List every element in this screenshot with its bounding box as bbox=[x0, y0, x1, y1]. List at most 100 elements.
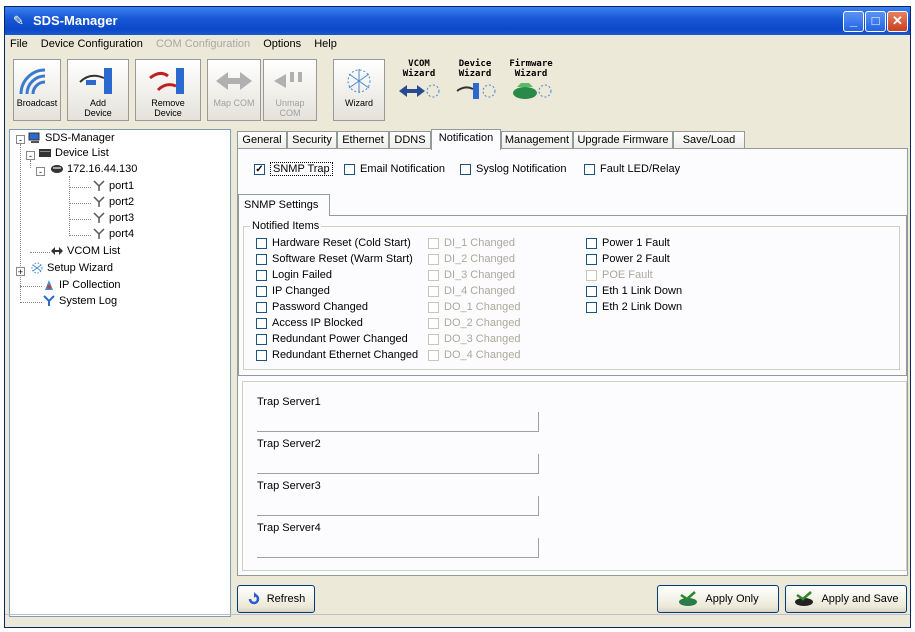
tab-upgrade-firmware[interactable]: Upgrade Firmware bbox=[573, 131, 673, 149]
poe-fault-checkbox[interactable]: POE Fault bbox=[586, 269, 653, 281]
checkbox-box[interactable] bbox=[584, 163, 595, 175]
tree-item-system-log[interactable]: System Log bbox=[42, 295, 117, 307]
do1-changed-checkbox[interactable]: DO_1 Changed bbox=[428, 301, 520, 313]
power2-fault-checkbox[interactable]: Power 2 Fault bbox=[586, 253, 670, 265]
vcom-wizard-button[interactable]: VCOM Wizard bbox=[393, 59, 445, 117]
tree-collapse-device-list[interactable]: - bbox=[26, 151, 35, 161]
syslog-notification-checkbox[interactable]: Syslog Notification bbox=[460, 163, 567, 175]
device-wizard-button[interactable]: Device Wizard bbox=[449, 59, 501, 117]
checkbox-box[interactable] bbox=[428, 285, 439, 297]
checkbox-box[interactable] bbox=[586, 237, 597, 249]
title-bar[interactable]: ✎ SDS-Manager _ □ ✕ bbox=[5, 7, 910, 35]
add-device-button[interactable]: Add Device bbox=[67, 59, 129, 121]
do3-changed-checkbox[interactable]: DO_3 Changed bbox=[428, 333, 520, 345]
hardware-reset-checkbox[interactable]: Hardware Reset (Cold Start) bbox=[256, 237, 411, 249]
trap-server2-input[interactable] bbox=[257, 454, 539, 474]
software-reset-checkbox[interactable]: Software Reset (Warm Start) bbox=[256, 253, 413, 265]
tab-ethernet[interactable]: Ethernet bbox=[337, 131, 389, 149]
tree-item-device[interactable]: 172.16.44.130 bbox=[50, 163, 137, 175]
menu-file[interactable]: File bbox=[5, 35, 33, 53]
checkbox-box[interactable] bbox=[256, 253, 267, 265]
tree-item-device-list[interactable]: Device List bbox=[38, 147, 109, 159]
password-changed-checkbox[interactable]: Password Changed bbox=[256, 301, 368, 313]
checkbox-box[interactable] bbox=[586, 269, 597, 281]
redundant-power-changed-checkbox[interactable]: Redundant Power Changed bbox=[256, 333, 408, 345]
trap-server1-input[interactable] bbox=[257, 412, 539, 432]
tree-item-root[interactable]: SDS-Manager bbox=[28, 132, 115, 144]
tree-item-ip-collection[interactable]: IP Collection bbox=[42, 279, 121, 291]
menu-com-configuration[interactable]: COM Configuration bbox=[151, 35, 255, 53]
checkbox-box[interactable] bbox=[428, 349, 439, 361]
checkbox-box[interactable] bbox=[256, 301, 267, 313]
tree-port-label: port4 bbox=[109, 228, 135, 240]
checkbox-box[interactable] bbox=[428, 301, 439, 313]
trap-server3-input[interactable] bbox=[257, 496, 539, 516]
checkbox-box[interactable] bbox=[586, 285, 597, 297]
checkbox-box[interactable] bbox=[428, 333, 439, 345]
refresh-button[interactable]: Refresh bbox=[237, 585, 315, 613]
tab-general[interactable]: General bbox=[237, 131, 287, 149]
unmap-com-button[interactable]: Unmap COM bbox=[263, 59, 317, 121]
maximize-button[interactable]: □ bbox=[865, 11, 886, 32]
tree-item-port3[interactable]: port3 bbox=[92, 212, 134, 224]
menu-options[interactable]: Options bbox=[258, 35, 306, 53]
snmp-trap-checkbox[interactable]: ✓ SNMP Trap bbox=[254, 162, 333, 176]
login-failed-checkbox[interactable]: Login Failed bbox=[256, 269, 332, 281]
tab-notification[interactable]: Notification bbox=[431, 129, 501, 150]
tree-item-port2[interactable]: port2 bbox=[92, 196, 134, 208]
tree-item-port1[interactable]: port1 bbox=[92, 180, 134, 192]
checkbox-box[interactable] bbox=[428, 253, 439, 265]
di2-changed-checkbox[interactable]: DI_2 Changed bbox=[428, 253, 515, 265]
checkbox-box[interactable] bbox=[586, 301, 597, 313]
firmware-wizard-button[interactable]: Firmware Wizard bbox=[505, 59, 557, 117]
access-ip-blocked-checkbox[interactable]: Access IP Blocked bbox=[256, 317, 363, 329]
menu-device-configuration[interactable]: Device Configuration bbox=[36, 35, 148, 53]
eth2-link-down-checkbox[interactable]: Eth 2 Link Down bbox=[586, 301, 682, 313]
checkbox-box[interactable] bbox=[256, 317, 267, 329]
remove-device-button[interactable]: Remove Device bbox=[135, 59, 201, 121]
tab-ddns[interactable]: DDNS bbox=[389, 131, 431, 149]
do4-changed-checkbox[interactable]: DO_4 Changed bbox=[428, 349, 520, 361]
tab-security[interactable]: Security bbox=[287, 131, 337, 149]
tree-item-port4[interactable]: port4 bbox=[92, 228, 134, 240]
checkbox-box[interactable] bbox=[460, 163, 471, 175]
checkbox-box[interactable] bbox=[428, 237, 439, 249]
wizard-button[interactable]: Wizard bbox=[333, 59, 385, 121]
close-button[interactable]: ✕ bbox=[887, 11, 908, 32]
tab-snmp-settings[interactable]: SNMP Settings bbox=[238, 194, 330, 216]
tab-management[interactable]: Management bbox=[501, 131, 573, 149]
checkbox-box[interactable] bbox=[586, 253, 597, 265]
map-com-button[interactable]: Map COM bbox=[207, 59, 261, 121]
checkbox-box[interactable] bbox=[256, 237, 267, 249]
di1-changed-checkbox[interactable]: DI_1 Changed bbox=[428, 237, 515, 249]
tab-save-load[interactable]: Save/Load bbox=[673, 131, 745, 149]
apply-and-save-button[interactable]: Apply and Save bbox=[785, 585, 907, 613]
checkbox-box[interactable] bbox=[428, 269, 439, 281]
redundant-ethernet-changed-checkbox[interactable]: Redundant Ethernet Changed bbox=[256, 349, 418, 361]
eth1-link-down-checkbox[interactable]: Eth 1 Link Down bbox=[586, 285, 682, 297]
checkbox-box[interactable] bbox=[344, 163, 355, 175]
tree-expand-setup-wizard[interactable]: + bbox=[16, 267, 25, 277]
tree-item-setup-wizard[interactable]: Setup Wizard bbox=[30, 262, 113, 274]
di4-changed-checkbox[interactable]: DI_4 Changed bbox=[428, 285, 515, 297]
fault-led-relay-checkbox[interactable]: Fault LED/Relay bbox=[584, 163, 680, 175]
menu-help[interactable]: Help bbox=[309, 35, 342, 53]
broadcast-button[interactable]: Broadcast bbox=[13, 59, 61, 121]
tree-item-vcom-list[interactable]: VCOM List bbox=[50, 245, 120, 257]
tree-collapse-device[interactable]: - bbox=[36, 167, 45, 177]
checkbox-box[interactable]: ✓ bbox=[254, 163, 265, 175]
tree-collapse-root[interactable]: - bbox=[16, 135, 25, 145]
checkbox-box[interactable] bbox=[256, 269, 267, 281]
checkbox-box[interactable] bbox=[256, 285, 267, 297]
power1-fault-checkbox[interactable]: Power 1 Fault bbox=[586, 237, 670, 249]
email-notification-checkbox[interactable]: Email Notification bbox=[344, 163, 445, 175]
ip-changed-checkbox[interactable]: IP Changed bbox=[256, 285, 330, 297]
checkbox-box[interactable] bbox=[256, 333, 267, 345]
checkbox-box[interactable] bbox=[256, 349, 267, 361]
do2-changed-checkbox[interactable]: DO_2 Changed bbox=[428, 317, 520, 329]
minimize-button[interactable]: _ bbox=[843, 11, 864, 32]
apply-only-button[interactable]: Apply Only bbox=[657, 585, 779, 613]
checkbox-box[interactable] bbox=[428, 317, 439, 329]
trap-server4-input[interactable] bbox=[257, 538, 539, 558]
di3-changed-checkbox[interactable]: DI_3 Changed bbox=[428, 269, 515, 281]
